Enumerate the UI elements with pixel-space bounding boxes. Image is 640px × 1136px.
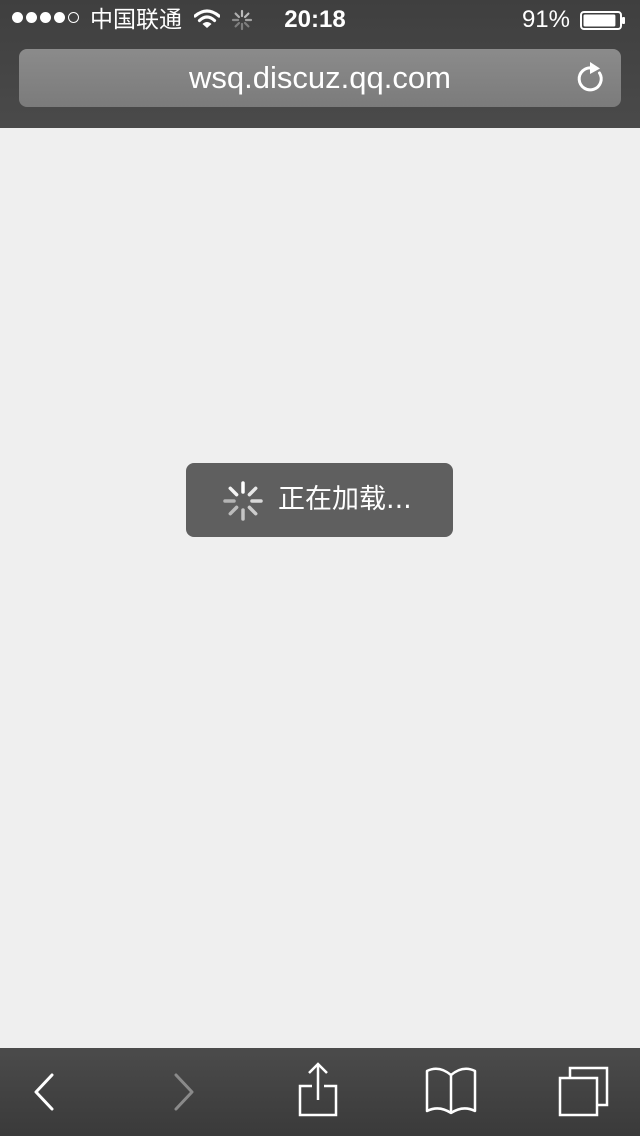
battery-icon (580, 11, 625, 30)
browser-top-chrome: 中国联通 20:18 91% wsq.discuz.qq.com (0, 0, 640, 128)
reload-icon[interactable] (575, 61, 607, 95)
bookmarks-button[interactable] (416, 1048, 486, 1136)
chevron-left-icon (34, 1073, 54, 1111)
status-bar: 中国联通 20:18 91% (0, 0, 640, 40)
share-button[interactable] (283, 1048, 353, 1136)
address-bar[interactable]: wsq.discuz.qq.com (19, 49, 621, 107)
bottom-toolbar (0, 1048, 640, 1136)
battery-percent: 91% (521, 6, 570, 33)
safari-screen: 中国联通 20:18 91% wsq.discuz.qq.com 正在加载... (0, 0, 640, 1136)
tabs-button[interactable] (549, 1048, 619, 1136)
chevron-right-icon (174, 1073, 194, 1111)
tabs-icon (558, 1066, 609, 1117)
loading-text: 正在加载... (278, 484, 412, 515)
share-icon (298, 1062, 338, 1117)
forward-button[interactable] (148, 1048, 218, 1136)
book-icon (425, 1067, 477, 1115)
page-content: 正在加载... (0, 128, 640, 1048)
back-button[interactable] (8, 1048, 78, 1136)
loading-spinner-icon (223, 481, 263, 521)
url-text[interactable]: wsq.discuz.qq.com (19, 49, 621, 107)
loading-toast: 正在加载... (186, 463, 453, 537)
